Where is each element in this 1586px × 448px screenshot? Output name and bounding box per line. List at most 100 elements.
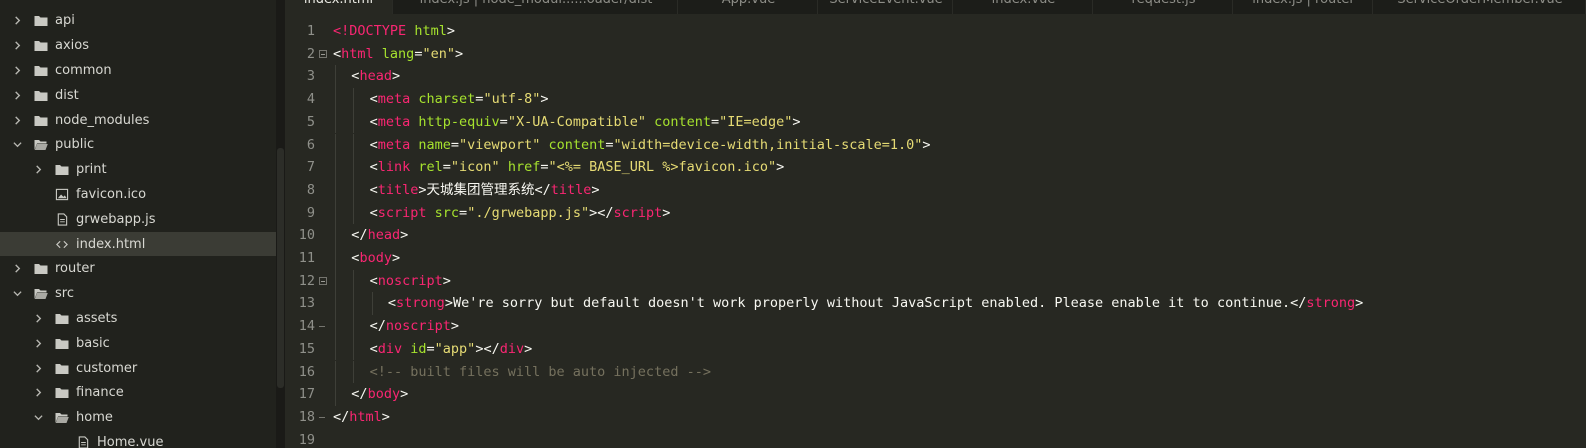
tab[interactable]: ServiceOrderMember.vue (1375, 0, 1586, 14)
tree-item[interactable]: dist (0, 83, 276, 108)
chevron-down-icon[interactable] (33, 413, 43, 423)
tree-item[interactable]: node_modules (0, 108, 276, 133)
code-token: > (922, 136, 931, 153)
code-token: > (662, 204, 671, 221)
code-line[interactable]: 7 <link rel="icon" href="<%= BASE_URL %>f… (285, 156, 1586, 179)
tab-label: index.js | node_modul......oader/dist (420, 0, 653, 7)
tab[interactable]: App.vue (680, 0, 818, 14)
tree-item[interactable]: finance (0, 381, 276, 406)
code-text: <!-- built files will be auto injected -… (370, 361, 711, 384)
code-line[interactable]: 3 <head> (285, 65, 1586, 89)
tree-item[interactable]: axios (0, 33, 276, 58)
tab[interactable]: index.html (285, 0, 393, 14)
tree-item[interactable]: Home.vue (0, 430, 276, 448)
code-token: strong (1306, 295, 1356, 312)
code-token: title (550, 181, 592, 198)
code-line[interactable]: 19 (285, 429, 1586, 448)
tab[interactable]: index.js | node_modul......oader/dist (395, 0, 678, 14)
tree-item-label: finance (76, 385, 124, 401)
code-text: <link rel="icon" href="<%= BASE_URL %>fa… (370, 156, 785, 179)
code-line[interactable]: 2 <html lang="en"> (285, 43, 1586, 66)
code-token: src (434, 204, 460, 221)
code-line[interactable]: 16 <!-- built files will be auto injected… (285, 360, 1586, 384)
code-text: <title>天城集团管理系统</title> (370, 179, 600, 202)
tree-item[interactable]: common (0, 58, 276, 83)
sidebar-scroll-thumb[interactable] (277, 148, 284, 388)
code-line[interactable]: 5 <meta http-equiv="X-UA-Compatible" cont… (285, 110, 1586, 134)
tree-item[interactable]: src (0, 281, 276, 306)
code-line[interactable]: 6 <meta name="viewport" content="width=de… (285, 133, 1586, 157)
sidebar-scrollbar[interactable] (276, 0, 285, 448)
tree-item[interactable]: api (0, 9, 276, 34)
tree-item-label: basic (76, 335, 110, 351)
indent-guide (353, 269, 355, 293)
chevron-right-icon[interactable] (12, 264, 22, 274)
tree-item[interactable]: router (0, 257, 276, 282)
code-token: "en" (422, 45, 455, 62)
code-line[interactable]: 8 <title>天城集团管理系统</title> (285, 178, 1586, 202)
chevron-right-icon[interactable] (33, 388, 43, 398)
chevron-right-icon[interactable] (33, 363, 43, 373)
chevron-right-icon[interactable] (33, 338, 43, 348)
tree-item[interactable]: index.html (0, 231, 276, 257)
chevron-right-icon[interactable] (12, 90, 22, 100)
code-line[interactable]: 13 <strong>We're sorry but default doesn'… (285, 292, 1586, 316)
tree-item-label: favicon.ico (76, 186, 147, 202)
tree-item-label: Home.vue (97, 434, 164, 448)
tree-item[interactable]: customer (0, 356, 276, 381)
tab-label: request.js (1132, 0, 1196, 7)
indent-guide (335, 110, 336, 134)
tree-item-label: router (55, 261, 95, 277)
code-line[interactable]: 9 <script src="./grwebapp.js"></script> (285, 201, 1586, 225)
chevron-down-icon[interactable] (12, 140, 22, 150)
indent-guide (335, 156, 336, 179)
tree-item[interactable]: home (0, 405, 276, 430)
code-line[interactable]: 12 <noscript> (285, 269, 1586, 293)
code-token: > (400, 227, 409, 244)
code-line[interactable]: 18 </html> (285, 406, 1586, 429)
chevron-right-icon[interactable] (12, 115, 22, 125)
code-token: title (377, 181, 419, 198)
line-number: 10 (298, 227, 315, 244)
code-token: charset (418, 91, 476, 108)
tree-item[interactable]: favicon.ico (0, 182, 276, 207)
chevron-right-icon[interactable] (12, 65, 22, 75)
chevron-right-icon[interactable] (33, 165, 43, 175)
code-token: name (418, 136, 451, 153)
tree-item[interactable]: assets (0, 306, 276, 331)
code-token: > (391, 68, 401, 85)
chevron-right-icon[interactable] (33, 313, 43, 323)
tab[interactable]: index.vue (955, 0, 1093, 14)
fold-toggle-icon[interactable] (319, 49, 327, 58)
chevron-right-icon[interactable] (12, 16, 22, 26)
code-token: ></ (475, 340, 500, 357)
tree-item[interactable]: grwebapp.js (0, 207, 276, 232)
code-line[interactable]: 11 <body> (285, 247, 1586, 270)
code-token: < (387, 295, 397, 312)
file-tree-sidebar: api axios common dist node_modules public prin… (0, 0, 276, 448)
code-line[interactable]: 17 </body> (285, 383, 1586, 406)
code-editor[interactable]: 1 <!DOCTYPE html> 2 <html lang="en"> 3 <head>… (285, 14, 1586, 448)
tree-item[interactable]: print (0, 157, 276, 182)
line-number: 3 (306, 68, 315, 85)
tree-item[interactable]: public (0, 133, 276, 158)
tab[interactable]: index.js | router (1235, 0, 1373, 14)
code-token: "X-UA-Compatible" (507, 113, 646, 130)
code-line[interactable]: 10 </head> (285, 224, 1586, 247)
code-line[interactable]: 1 <!DOCTYPE html> (285, 20, 1586, 43)
indent-guide (353, 178, 355, 202)
code-token: > (454, 45, 464, 62)
file-icon (55, 212, 69, 226)
tree-item[interactable]: basic (0, 331, 276, 356)
fold-toggle-icon[interactable] (319, 276, 327, 285)
code-line[interactable]: 14 </noscript> (285, 315, 1586, 338)
chevron-right-icon[interactable] (12, 41, 22, 51)
code-line[interactable]: 15 <div id="app"></div> (285, 337, 1586, 361)
tab[interactable]: ServiceEvent.vue (820, 0, 953, 14)
code-token: http-equiv (418, 113, 500, 130)
chevron-down-icon[interactable] (12, 289, 22, 299)
code-line[interactable]: 4 <meta charset="utf-8"> (285, 88, 1586, 111)
tab[interactable]: request.js (1095, 0, 1233, 14)
code-token: "IE=edge" (719, 113, 793, 130)
